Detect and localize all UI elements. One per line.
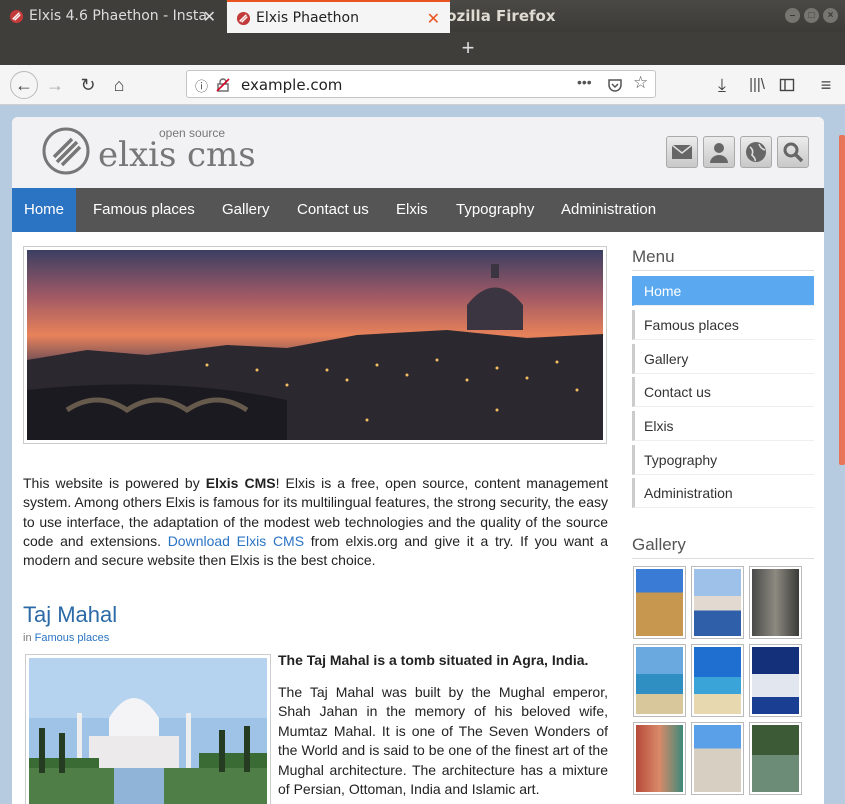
logo-text-elxis: elxis — [98, 135, 177, 175]
menu-item-famous-places[interactable]: Famous places — [81, 188, 207, 232]
gallery-thumbnail[interactable] — [691, 722, 744, 795]
intro-bold: Elxis CMS — [205, 475, 276, 491]
intro-paragraph: This website is powered by Elxis CMS! El… — [23, 474, 608, 570]
category-prefix: in — [23, 632, 35, 644]
close-tab-icon[interactable]: ✕ — [203, 7, 216, 26]
page-actions-icon[interactable]: ••• — [577, 74, 592, 90]
scrollbar[interactable] — [839, 105, 845, 804]
downloads-icon[interactable]: ⤓ — [710, 73, 734, 97]
envelope-icon — [671, 144, 693, 159]
elxis-logo-icon — [42, 127, 90, 175]
sidebar-item-gallery[interactable]: Gallery — [632, 344, 814, 374]
article-body: The Taj Mahal was built by the Mughal em… — [278, 684, 608, 798]
close-window-button[interactable]: × — [823, 8, 838, 23]
maximize-button[interactable]: □ — [804, 8, 819, 23]
sidebar-gallery-heading: Gallery — [632, 535, 814, 559]
gallery-thumbnail[interactable] — [633, 644, 686, 717]
article-title[interactable]: Taj Mahal — [23, 602, 117, 628]
scrollbar-thumb[interactable] — [839, 135, 845, 465]
hamburger-menu-icon[interactable]: ≡ — [814, 73, 838, 97]
elxis-favicon-icon — [9, 9, 24, 24]
sidebar-item-contact-us[interactable]: Contact us — [632, 377, 814, 407]
logo-tagline: open source — [159, 126, 226, 140]
taj-mahal-image[interactable] — [29, 658, 267, 804]
minimize-button[interactable]: – — [785, 8, 800, 23]
url-text: example.com — [241, 76, 343, 94]
site-container: elxis cms open source Home Famous places… — [12, 117, 824, 804]
main-menu: Home Famous places Gallery Contact us El… — [12, 188, 824, 232]
tab-elxis-phaethon[interactable]: Elxis Phaethon ✕ — [227, 0, 450, 33]
search-icon — [783, 142, 804, 163]
sidebar-item-typography[interactable]: Typography — [632, 445, 814, 475]
gallery-thumbnail[interactable] — [749, 644, 802, 717]
intro-prefix: This website is powered by — [23, 475, 206, 491]
user-account-button[interactable] — [703, 136, 735, 168]
page-viewport: elxis cms open source Home Famous places… — [0, 105, 845, 804]
user-icon — [710, 143, 728, 163]
forward-arrow-icon[interactable]: → — [43, 73, 67, 97]
elxis-favicon-icon — [236, 11, 251, 26]
article-image-frame — [25, 654, 271, 804]
tab-label: Elxis Phaethon — [256, 10, 359, 26]
article-lead: The Taj Mahal is a tomb situated in Agra… — [278, 652, 589, 668]
contact-mail-button[interactable] — [666, 136, 698, 168]
pocket-icon[interactable] — [607, 77, 623, 93]
tab-elxis-install[interactable]: Elxis 4.6 Phaethon - Insta ✕ — [0, 0, 226, 33]
sidebar-item-famous-places[interactable]: Famous places — [632, 310, 814, 340]
menu-item-home[interactable]: Home — [12, 188, 77, 232]
hero-image-frame — [23, 246, 607, 444]
menu-item-contact-us[interactable]: Contact us — [285, 188, 381, 232]
home-icon[interactable]: ⌂ — [107, 73, 131, 97]
url-bar[interactable]: ⓘ example.com ••• ☆ — [186, 70, 656, 98]
close-tab-icon[interactable]: ✕ — [427, 9, 440, 28]
menu-item-typography[interactable]: Typography — [444, 188, 546, 232]
gallery-thumbnail[interactable] — [633, 722, 686, 795]
bookmark-star-icon[interactable]: ☆ — [633, 73, 648, 93]
gallery-thumbnail[interactable] — [749, 722, 802, 795]
library-icon[interactable]: |||\ — [745, 73, 769, 97]
menu-item-elxis[interactable]: Elxis — [384, 188, 440, 232]
sidebar-item-home[interactable]: Home — [632, 276, 814, 306]
menu-item-administration[interactable]: Administration — [549, 188, 668, 232]
sidebar-item-elxis[interactable]: Elxis — [632, 411, 814, 441]
logo-text-cms: cms — [187, 135, 256, 175]
gallery-thumbnail[interactable] — [633, 566, 686, 639]
sidebar-toggle-icon[interactable] — [779, 77, 795, 93]
reload-icon[interactable]: ↻ — [76, 73, 100, 97]
back-arrow-icon[interactable]: ← — [10, 71, 38, 99]
sidebar-item-administration[interactable]: Administration — [632, 478, 814, 508]
article-category: in Famous places — [23, 632, 109, 644]
category-link[interactable]: Famous places — [35, 632, 110, 644]
gallery-thumbnail[interactable] — [749, 566, 802, 639]
sidebar-menu-heading: Menu — [632, 247, 814, 271]
rome-panorama-image — [27, 250, 603, 440]
site-header: elxis cms open source — [12, 117, 824, 188]
new-tab-button[interactable]: + — [456, 32, 480, 65]
info-icon[interactable]: ⓘ — [195, 76, 208, 95]
tab-bar — [0, 32, 845, 65]
language-button[interactable] — [740, 136, 772, 168]
menu-item-gallery[interactable]: Gallery — [210, 188, 282, 232]
gallery-thumbnail[interactable] — [691, 644, 744, 717]
tab-label: Elxis 4.6 Phaethon - Insta — [29, 8, 207, 24]
globe-icon — [746, 142, 766, 162]
search-button[interactable] — [777, 136, 809, 168]
gallery-thumbnail[interactable] — [691, 566, 744, 639]
download-elxis-link[interactable]: Download Elxis CMS — [168, 533, 304, 549]
insecure-lock-icon[interactable] — [215, 77, 231, 93]
navigation-toolbar: ← → ↻ ⌂ ⓘ example.com ••• ☆ ⤓ |||\ ≡ — [0, 65, 845, 105]
